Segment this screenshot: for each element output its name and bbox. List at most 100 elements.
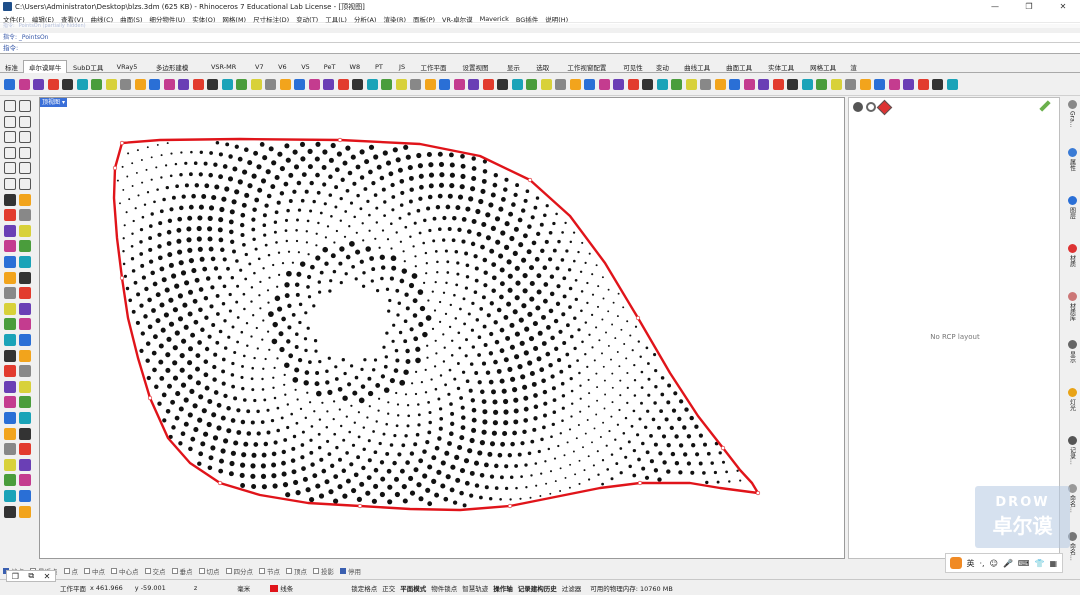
pattern-point[interactable] (425, 272, 428, 275)
pattern-point[interactable] (684, 407, 689, 412)
pattern-point[interactable] (321, 165, 327, 170)
pattern-point[interactable] (517, 452, 522, 457)
pattern-point[interactable] (255, 326, 258, 330)
pattern-point[interactable] (177, 293, 183, 299)
pattern-point[interactable] (610, 453, 614, 456)
pattern-point[interactable] (262, 267, 265, 270)
toolbar-tool-icon[interactable] (598, 79, 610, 90)
pattern-point[interactable] (459, 184, 465, 190)
pattern-point[interactable] (530, 215, 535, 220)
pattern-point[interactable] (230, 239, 235, 244)
pattern-point[interactable] (469, 493, 474, 498)
pattern-point[interactable] (251, 366, 254, 370)
pattern-point[interactable] (268, 146, 274, 152)
pattern-point[interactable] (145, 168, 148, 171)
pattern-point[interactable] (619, 471, 623, 475)
pattern-point[interactable] (456, 386, 461, 391)
pattern-point[interactable] (218, 152, 223, 157)
pattern-point[interactable] (427, 464, 433, 470)
toolbar-tool-icon[interactable] (323, 79, 334, 90)
pattern-point[interactable] (413, 442, 418, 447)
pattern-point[interactable] (337, 386, 343, 392)
pattern-point[interactable] (489, 248, 495, 254)
pattern-point[interactable] (561, 406, 565, 410)
pattern-point[interactable] (191, 193, 196, 199)
pattern-point[interactable] (618, 365, 621, 368)
pattern-point[interactable] (285, 492, 291, 498)
pattern-point[interactable] (157, 232, 162, 237)
pattern-point[interactable] (368, 229, 371, 232)
pattern-point[interactable] (677, 416, 682, 422)
pattern-point[interactable] (123, 224, 126, 227)
pattern-point[interactable] (215, 293, 220, 298)
pattern-point[interactable] (367, 439, 371, 443)
pattern-point[interactable] (350, 154, 356, 160)
pattern-point[interactable] (353, 215, 356, 219)
pattern-point[interactable] (658, 451, 663, 456)
pattern-point[interactable] (557, 358, 562, 363)
pattern-point[interactable] (397, 452, 402, 457)
pattern-point[interactable] (499, 378, 505, 384)
pattern-point[interactable] (143, 203, 147, 206)
pattern-point[interactable] (374, 237, 377, 240)
pattern-point[interactable] (342, 493, 348, 499)
pattern-point[interactable] (203, 161, 208, 166)
pattern-point[interactable] (195, 366, 200, 372)
pattern-point[interactable] (535, 484, 538, 487)
pattern-point[interactable] (395, 358, 400, 363)
pattern-point[interactable] (236, 340, 240, 344)
pattern-point[interactable] (338, 261, 343, 266)
pattern-point[interactable] (393, 434, 397, 438)
ime-language[interactable]: 英 (967, 558, 975, 569)
pattern-point[interactable] (408, 282, 415, 289)
pattern-point[interactable] (588, 252, 591, 255)
pattern-point[interactable] (131, 232, 134, 235)
toolbar-tool-icon[interactable] (787, 79, 798, 90)
pattern-point[interactable] (210, 285, 215, 290)
pattern-point[interactable] (127, 152, 130, 155)
pattern-point[interactable] (645, 450, 650, 455)
pattern-point[interactable] (162, 197, 166, 202)
pattern-point[interactable] (645, 346, 649, 350)
pattern-point[interactable] (434, 445, 440, 451)
pattern-point[interactable] (180, 382, 187, 388)
pattern-point[interactable] (438, 407, 443, 411)
pattern-point[interactable] (382, 345, 386, 349)
pattern-point[interactable] (290, 458, 296, 463)
pattern-point[interactable] (602, 297, 605, 300)
pattern-point[interactable] (273, 366, 276, 369)
pattern-point[interactable] (187, 289, 194, 295)
pattern-point[interactable] (262, 319, 265, 322)
pattern-point[interactable] (649, 459, 654, 464)
pattern-point[interactable] (304, 416, 308, 420)
pattern-point[interactable] (569, 463, 572, 466)
pattern-point[interactable] (457, 227, 462, 232)
pattern-point[interactable] (452, 500, 458, 505)
pattern-point[interactable] (222, 284, 227, 289)
pattern-point[interactable] (260, 420, 265, 424)
pattern-point[interactable] (610, 358, 612, 361)
pattern-point[interactable] (388, 171, 394, 177)
toolbar-tool-icon[interactable] (439, 79, 450, 90)
pattern-point[interactable] (626, 320, 629, 323)
pattern-point[interactable] (615, 462, 619, 466)
pattern-point[interactable] (395, 288, 400, 293)
pattern-point[interactable] (438, 227, 442, 231)
status-toggle[interactable]: 智慧轨迹 (462, 583, 488, 593)
pattern-point[interactable] (254, 247, 258, 251)
pattern-point[interactable] (499, 475, 504, 480)
pattern-point[interactable] (584, 321, 588, 324)
status-toggle[interactable]: 平面模式 (400, 583, 426, 593)
pattern-point[interactable] (170, 399, 176, 405)
pattern-point[interactable] (179, 367, 185, 373)
pattern-point[interactable] (125, 286, 130, 291)
pattern-point[interactable] (296, 218, 299, 222)
pattern-point[interactable] (330, 463, 335, 468)
pattern-point[interactable] (641, 441, 645, 446)
pattern-point[interactable] (152, 334, 158, 340)
pattern-point[interactable] (407, 165, 413, 171)
pattern-point[interactable] (564, 476, 567, 479)
pattern-point[interactable] (482, 257, 488, 263)
pattern-point[interactable] (315, 244, 318, 247)
pattern-point[interactable] (623, 343, 626, 345)
